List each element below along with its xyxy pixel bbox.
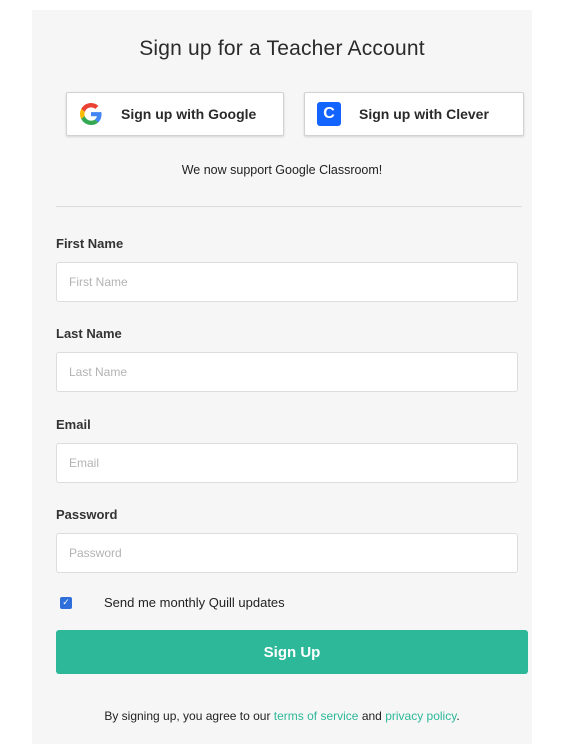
divider [56,206,522,207]
first-name-input[interactable] [56,262,518,302]
clever-button-label: Sign up with Clever [359,106,489,122]
classroom-support-notice: We now support Google Classroom! [181,163,383,177]
first-name-label: First Name [56,236,124,251]
privacy-policy-link[interactable]: privacy policy [385,709,456,723]
email-label: Email [56,417,91,432]
google-g-icon [79,102,103,126]
clever-c-icon: C [317,102,341,126]
password-input[interactable] [56,533,518,573]
email-input[interactable] [56,443,518,483]
sso-buttons: Sign up with Google C Sign up with Cleve… [66,92,524,138]
last-name-input[interactable] [56,352,518,392]
last-name-label: Last Name [56,326,122,341]
terms-of-service-link[interactable]: terms of service [274,709,359,723]
clever-signup-button[interactable]: C Sign up with Clever [304,92,524,136]
sign-up-button[interactable]: Sign Up [56,630,528,674]
newsletter-row: ✓ Send me monthly Quill updates [60,595,285,610]
newsletter-checkbox[interactable]: ✓ [60,596,72,609]
legal-suffix: . [456,709,460,723]
page-title: Sign up for a Teacher Account [139,37,425,60]
google-button-label: Sign up with Google [121,106,257,122]
signup-panel: Sign up for a Teacher Account Sign up wi… [32,10,532,744]
newsletter-label[interactable]: Send me monthly Quill updates [104,595,285,610]
legal-joiner: and [361,709,382,723]
legal-prefix: By signing up, you agree to our [104,709,271,723]
password-label: Password [56,507,118,522]
google-signup-button[interactable]: Sign up with Google [66,92,284,136]
legal-text: By signing up, you agree to our terms of… [32,709,532,723]
